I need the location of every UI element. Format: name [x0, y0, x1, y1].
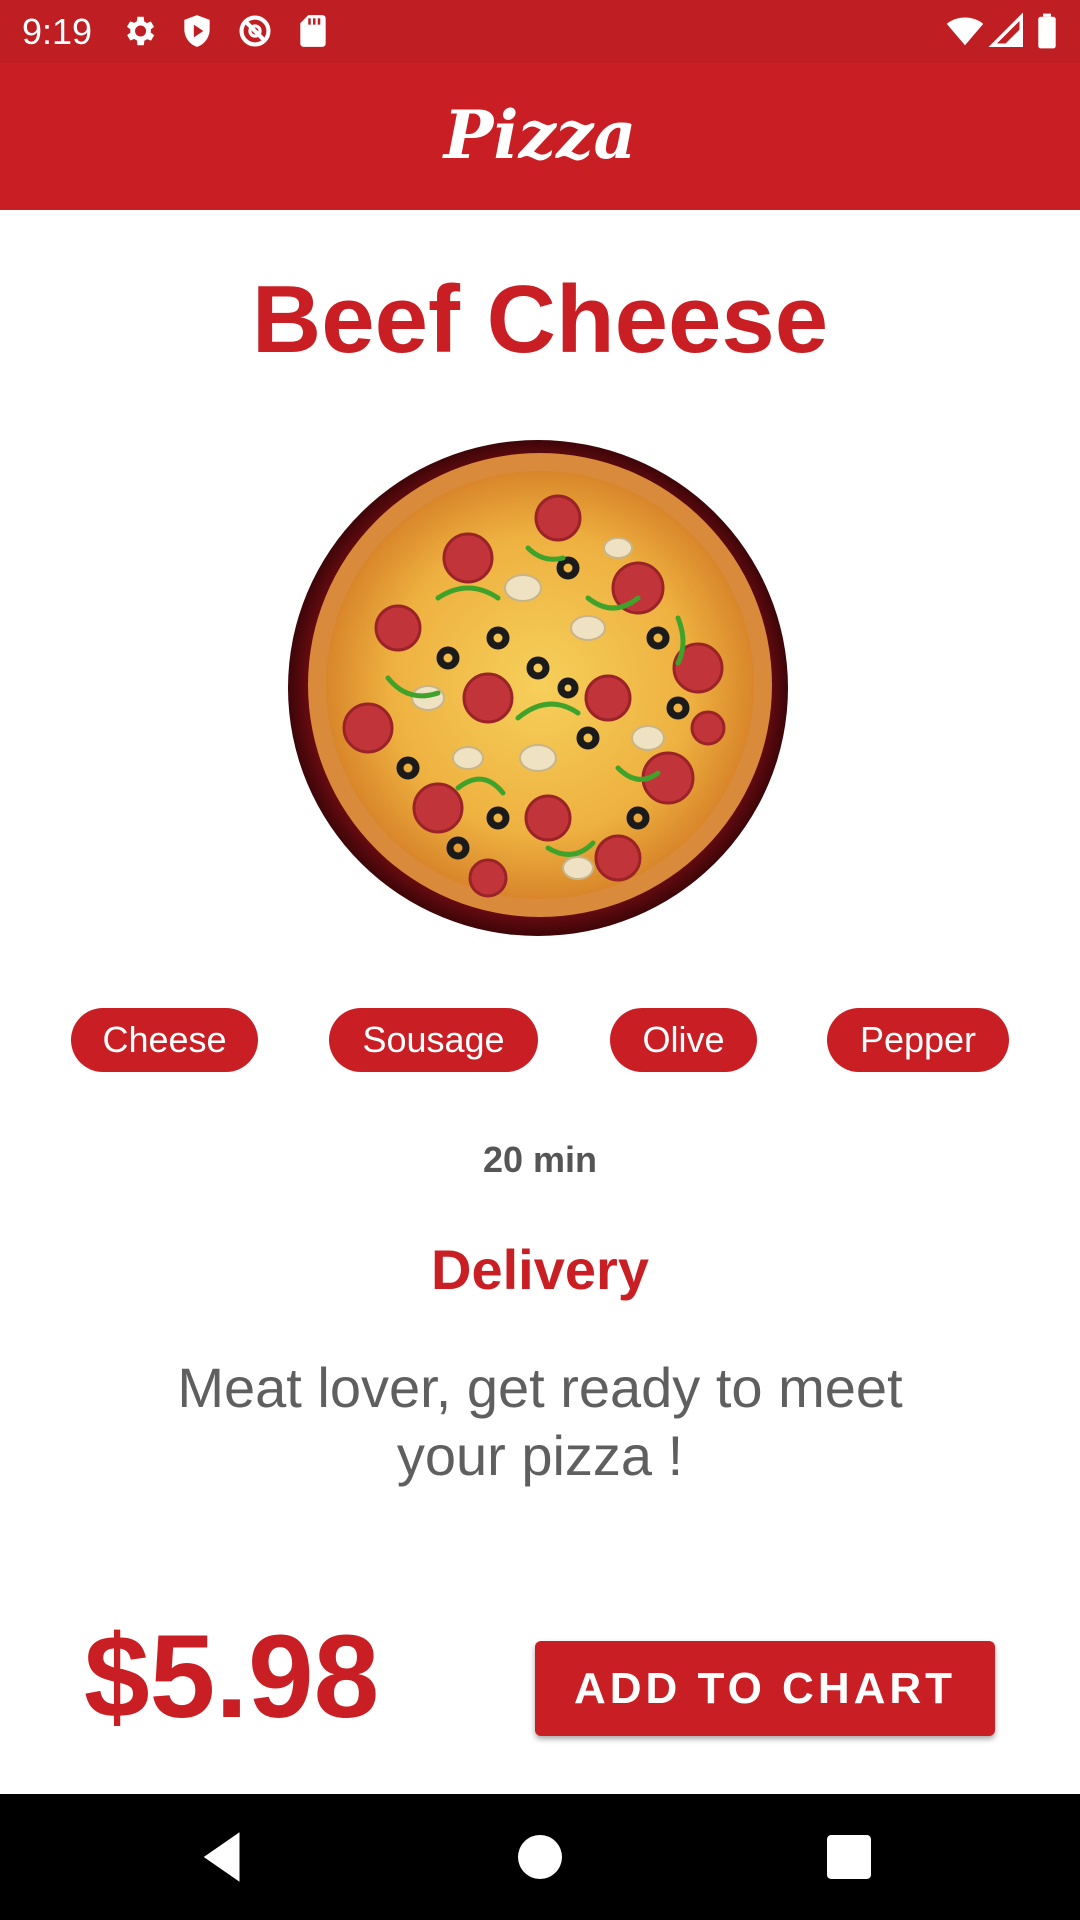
pizza-image — [288, 440, 788, 936]
shield-icon — [184, 15, 210, 47]
product-description: Meat lover, get ready to meet your pizza… — [177, 1356, 903, 1487]
chip-pepper[interactable]: Pepper — [827, 1008, 1009, 1072]
app-bar: Pizza — [0, 63, 1080, 210]
chip-sousage[interactable]: Sousage — [329, 1008, 538, 1072]
delivery-label: Delivery — [431, 1238, 649, 1301]
add-to-cart-button[interactable]: ADD TO CHART — [535, 1641, 995, 1736]
recents-icon[interactable] — [816, 1824, 882, 1890]
home-icon[interactable] — [507, 1824, 573, 1890]
gear-icon — [126, 16, 155, 46]
wifi-icon — [946, 17, 984, 46]
navigation-bar — [0, 1794, 1080, 1920]
product-price: $5.98 — [84, 1611, 380, 1743]
product-title: Beef Cheese — [251, 266, 829, 373]
battery-icon — [1038, 13, 1056, 49]
chip-cheese[interactable]: Cheese — [71, 1008, 258, 1072]
screen: 9:19 Pizza Beef Cheese Cheese Sousage Ol… — [0, 0, 1080, 1920]
back-icon[interactable] — [190, 1824, 256, 1890]
sd-card-icon — [300, 15, 326, 47]
signal-icon — [988, 12, 1023, 47]
prep-time: 20 min — [482, 1139, 598, 1180]
chip-olive[interactable]: Olive — [610, 1008, 757, 1072]
ingredient-chips: Cheese Sousage Olive Pepper — [0, 1008, 1080, 1072]
status-bar: 9:19 — [0, 0, 1080, 63]
no-sync-icon — [239, 15, 271, 47]
app-title: Pizza — [443, 96, 637, 174]
status-time: 9:19 — [22, 11, 93, 52]
